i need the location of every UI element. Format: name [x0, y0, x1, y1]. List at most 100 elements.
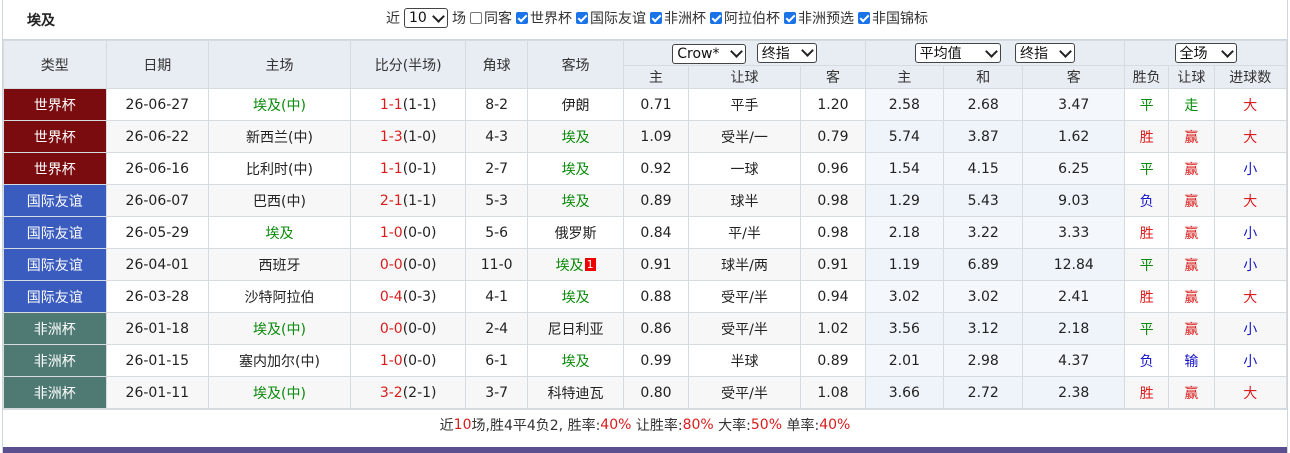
competition-type-cell: 非洲杯	[3, 344, 107, 377]
goals-result-cell: 小	[1213, 216, 1287, 249]
score-cell[interactable]: 0-0(0-0)	[349, 312, 467, 345]
away-team-cell[interactable]: 埃及	[526, 184, 625, 217]
score-cell[interactable]: 0-4(0-3)	[349, 280, 467, 313]
home-team-cell[interactable]: 埃及(中)	[208, 312, 351, 345]
company-select[interactable]: Crow*	[672, 43, 747, 64]
summary-over-label: 大率:	[713, 417, 751, 434]
col-eu-draw: 和	[943, 65, 1024, 89]
away-team-cell[interactable]: 伊朗	[526, 88, 625, 121]
score-cell[interactable]: 3-2(2-1)	[349, 376, 467, 409]
score-cell[interactable]: 1-3(1-0)	[349, 120, 467, 153]
away-team-cell[interactable]: 埃及	[526, 120, 625, 153]
eu-away-odds-cell: 2.38	[1022, 376, 1126, 409]
full-score: 3-2	[379, 384, 403, 401]
away-team-cell[interactable]: 埃及	[526, 280, 625, 313]
filter-option[interactable]: 非洲预选	[780, 8, 854, 28]
recent-count-value: 10	[409, 10, 427, 26]
filter-option[interactable]: 同客	[466, 8, 512, 28]
result-cell: 平	[1124, 312, 1170, 345]
handicap-result-cell: 赢	[1168, 280, 1215, 313]
home-team-cell[interactable]: 埃及	[208, 216, 351, 249]
asian-odds-type-select[interactable]: 终指	[756, 42, 817, 63]
score-cell[interactable]: 1-1(1-1)	[349, 88, 467, 121]
filter-option[interactable]: 非洲杯	[646, 8, 706, 28]
away-team-cell[interactable]: 尼日利亚	[526, 312, 625, 345]
ah-line-cell: 受半/一	[687, 120, 802, 153]
eu-home-odds-cell: 1.54	[864, 152, 945, 185]
handicap-result-cell: 赢	[1168, 248, 1215, 281]
average-select[interactable]: 平均值	[914, 43, 1001, 63]
filter-option[interactable]: 世界杯	[512, 8, 572, 28]
ah-line-cell: 受平/半	[687, 376, 802, 409]
goals-result-cell: 小	[1213, 312, 1287, 345]
away-team-name: 埃及	[561, 353, 590, 370]
score-cell[interactable]: 0-0(0-0)	[349, 248, 467, 281]
filter-checkbox[interactable]	[710, 12, 722, 24]
corners-cell: 3-7	[465, 376, 528, 409]
filter-option[interactable]: 阿拉伯杯	[706, 8, 780, 28]
home-team-cell[interactable]: 巴西(中)	[208, 184, 351, 217]
away-team-name: 埃及	[561, 129, 590, 146]
half-score: (0-0)	[402, 224, 437, 241]
score-cell[interactable]: 1-0(0-0)	[349, 216, 467, 249]
home-team-cell[interactable]: 西班牙	[208, 248, 351, 281]
home-team-cell[interactable]: 新西兰(中)	[208, 120, 351, 153]
date-cell: 26-01-15	[105, 344, 210, 377]
home-team-cell[interactable]: 埃及(中)	[208, 376, 351, 409]
eu-away-odds-cell: 4.37	[1022, 344, 1126, 377]
ah-home-odds-cell: 0.80	[623, 376, 689, 409]
filter-checkbox[interactable]	[470, 12, 482, 24]
filter-option[interactable]: 非国锦标	[854, 8, 928, 28]
ah-line-cell: 半球	[687, 344, 802, 377]
table-row: 非洲杯 26-01-18 埃及(中) 0-0(0-0) 2-4 尼日利亚 0.86 受平/半 1…	[3, 312, 1287, 345]
home-team-cell[interactable]: 塞内加尔(中)	[208, 344, 351, 377]
full-score: 1-1	[379, 160, 403, 177]
col-goals-result: 进球数	[1213, 65, 1287, 89]
filter-option[interactable]: 国际友谊	[572, 8, 646, 28]
summary-over-rate: 50%	[750, 416, 783, 433]
eu-home-odds-cell: 5.74	[864, 120, 945, 153]
eu-draw-odds-cell: 3.87	[943, 120, 1024, 153]
result-cell: 平	[1124, 88, 1170, 121]
half-score: (0-0)	[402, 320, 437, 337]
filter-checkbox[interactable]	[858, 12, 870, 24]
filter-checkbox[interactable]	[650, 12, 662, 24]
score-cell[interactable]: 1-1(0-1)	[349, 152, 467, 185]
team-history-panel: 埃及 近 10 场 同客 世界杯 国际友谊 非洲杯 阿拉伯杯 非洲预选 非国锦标 类型 日期…	[2, 0, 1288, 453]
half-score: (0-0)	[402, 256, 437, 273]
away-team-cell[interactable]: 埃及	[526, 152, 625, 185]
eu-draw-odds-cell: 3.12	[943, 312, 1024, 345]
filter-checkbox[interactable]	[516, 12, 528, 24]
away-team-name: 伊朗	[561, 97, 590, 114]
scope-select[interactable]: 全场	[1174, 43, 1237, 63]
home-team-cell[interactable]: 比利时(中)	[208, 152, 351, 185]
handicap-result-cell: 赢	[1168, 152, 1215, 185]
filter-label: 非洲预选	[798, 11, 854, 27]
summary-bar: 近 10 场,胜4平4负2, 胜率: 40% 让胜率: 80% 大率: 50% …	[3, 409, 1287, 439]
euro-odds-type-select[interactable]: 终指	[1015, 43, 1076, 63]
away-team-cell[interactable]: 俄罗斯	[526, 216, 625, 249]
ah-line-cell: 球半	[687, 184, 802, 217]
ah-away-odds-cell: 0.89	[800, 344, 866, 377]
score-cell[interactable]: 1-0(0-0)	[349, 344, 467, 377]
handicap-result-cell: 走	[1168, 88, 1215, 121]
panel-header: 埃及 近 10 场 同客 世界杯 国际友谊 非洲杯 阿拉伯杯 非洲预选 非国锦标	[3, 0, 1287, 40]
home-team-cell[interactable]: 埃及(中)	[208, 88, 351, 121]
summary-handicap-rate: 80%	[682, 416, 714, 433]
score-cell[interactable]: 2-1(1-1)	[349, 184, 467, 217]
away-team-cell[interactable]: 科特迪瓦	[526, 376, 625, 409]
away-team-name: 埃及	[561, 193, 590, 210]
home-team-cell[interactable]: 沙特阿拉伯	[208, 280, 351, 313]
recent-suffix: 场	[452, 11, 466, 27]
table-row: 世界杯 26-06-27 埃及(中) 1-1(1-1) 8-2 伊朗 0.71 平手 1.20 2…	[3, 88, 1287, 121]
filter-checkbox[interactable]	[784, 12, 796, 24]
away-team-cell[interactable]: 埃及	[526, 344, 625, 377]
recent-count-select[interactable]: 10	[404, 8, 448, 28]
ah-home-odds-cell: 0.84	[623, 216, 689, 249]
ah-line-cell: 平/半	[687, 216, 802, 249]
euro-odds-type-value: 终指	[1020, 46, 1049, 62]
ah-away-odds-cell: 0.94	[800, 280, 866, 313]
away-team-cell[interactable]: 埃及 1	[526, 248, 625, 281]
filter-checkbox[interactable]	[576, 12, 588, 24]
chevron-down-icon	[984, 44, 998, 58]
